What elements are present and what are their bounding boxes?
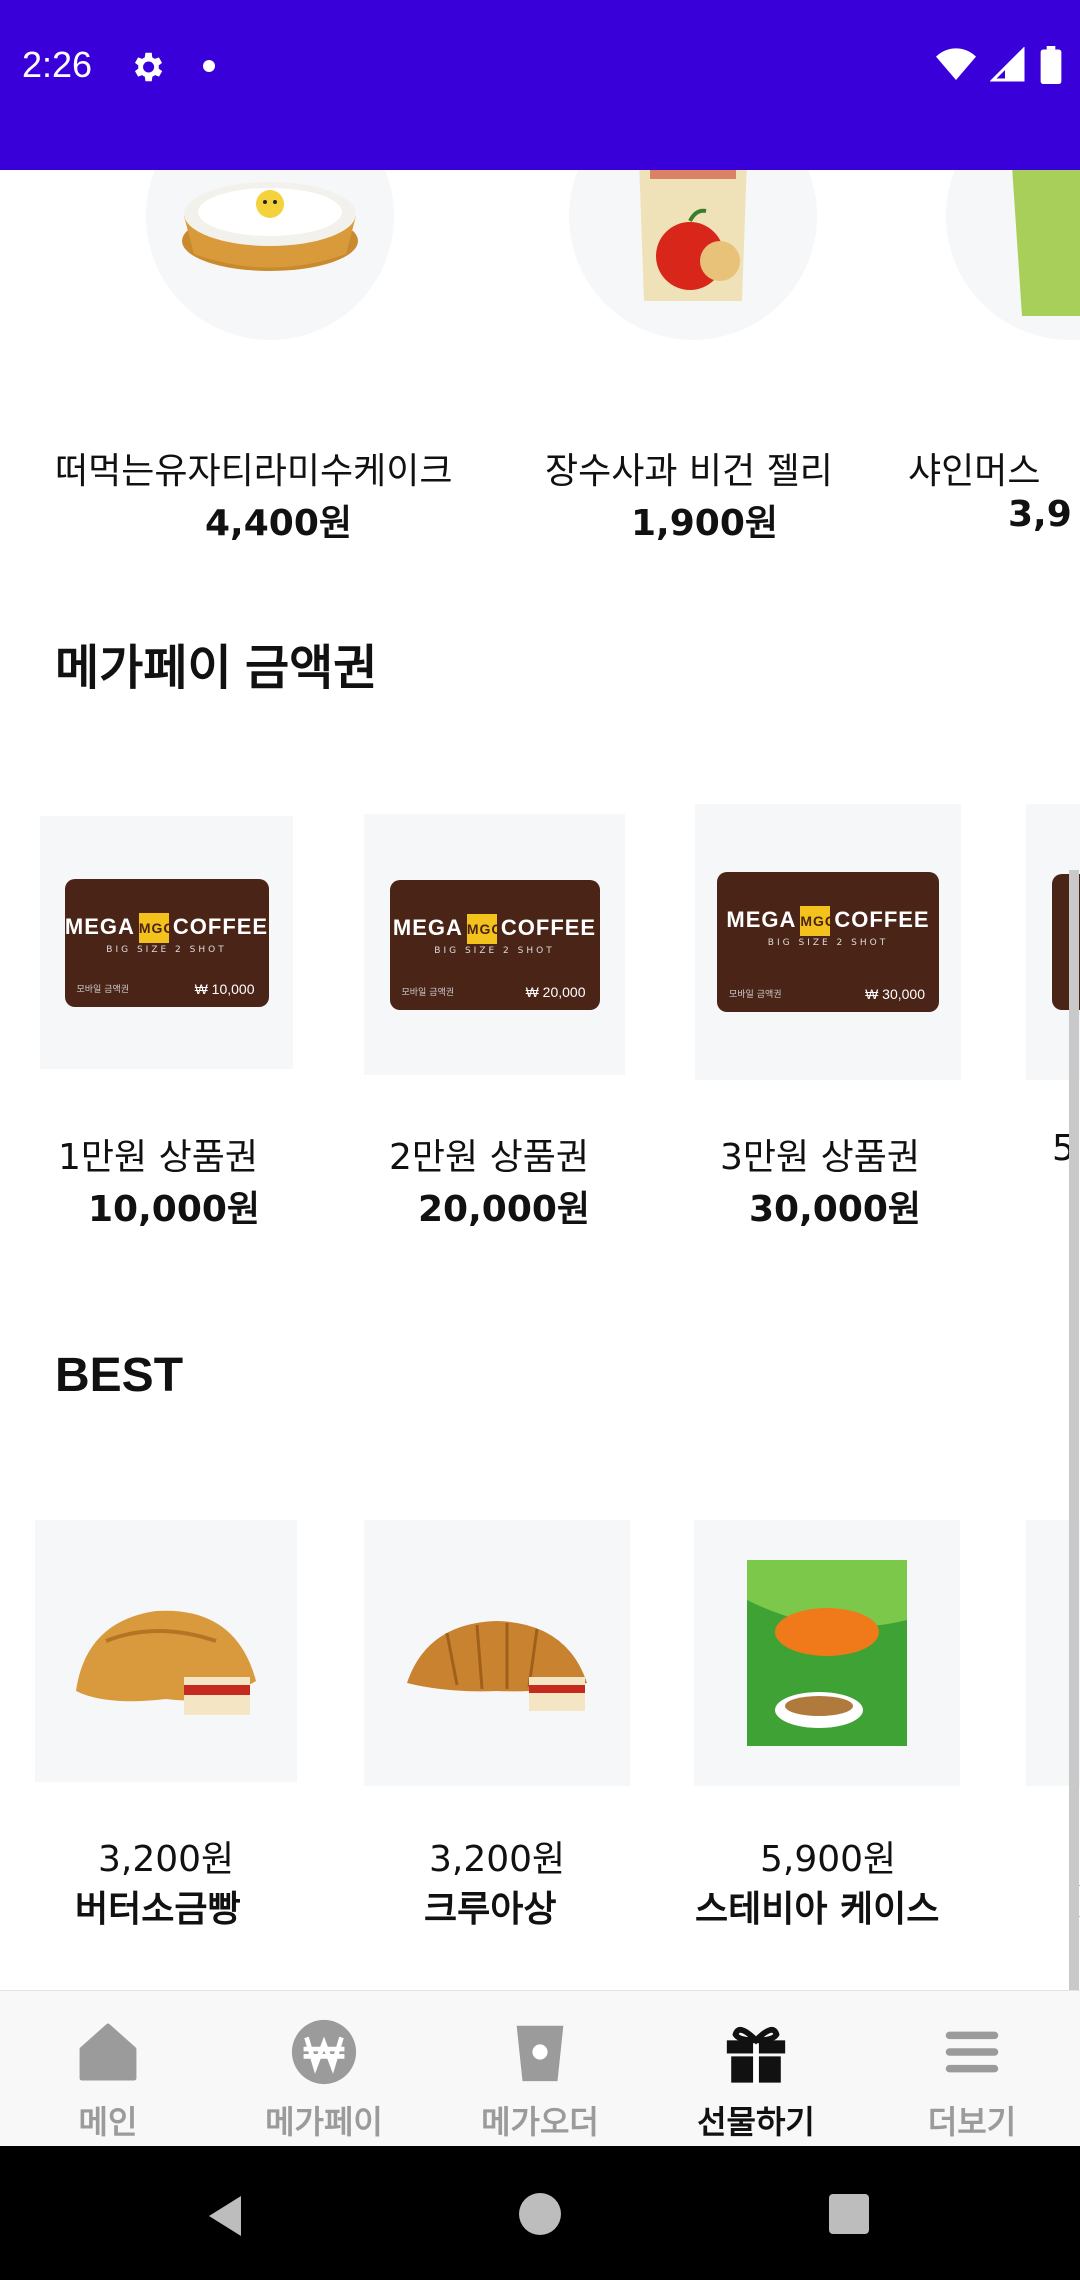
gift-card-amount: ₩ 30,000 xyxy=(865,986,925,1002)
status-bar: 2:26 xyxy=(0,0,1080,170)
notification-dot-icon xyxy=(203,60,215,72)
status-icons xyxy=(936,46,1062,84)
gift-card-label: 모바일 금액권 xyxy=(729,990,782,1000)
settings-icon xyxy=(134,52,163,82)
wifi-icon xyxy=(936,48,976,80)
tiramisu-cup-icon xyxy=(182,182,358,271)
cup-icon xyxy=(516,2025,564,2082)
product-image-shine-muscat[interactable] xyxy=(946,170,1080,340)
stevia-box-icon xyxy=(747,1560,907,1746)
product-name[interactable]: 장수사과 비건 젤리 xyxy=(545,442,833,494)
gift-card-logo: MEGA MGCCOFFEE xyxy=(390,913,600,944)
best-item-name[interactable]: 버터소금빵 xyxy=(75,1880,241,1932)
best-item-name[interactable]: 스테비아 케이스 xyxy=(695,1880,939,1932)
product-name[interactable]: 샤인머스 xyxy=(908,442,1040,494)
gift-card-logo: MEGA MGCCOFFEE xyxy=(65,912,269,943)
best-item-price: 3,200원 xyxy=(429,1839,566,1880)
nav-item-main[interactable]: 메인 xyxy=(0,1991,216,2147)
status-time: 2:26 xyxy=(22,44,93,85)
nav-label: 메인 xyxy=(78,2103,138,2141)
best-item-name[interactable]: 크루아상 xyxy=(424,1880,556,1932)
battery-icon xyxy=(1040,46,1062,84)
product-image-yuzu-tiramisu[interactable] xyxy=(146,170,394,340)
gift-card-label: 모바일 금액권 xyxy=(401,987,455,998)
gift-card-name[interactable]: 1만원 상품권 xyxy=(58,1128,258,1180)
nav-label: 메가페이 xyxy=(265,2103,383,2141)
won-coin-icon xyxy=(291,2019,357,2085)
back-icon[interactable] xyxy=(205,2194,245,2238)
home-icon xyxy=(79,2023,137,2081)
main-content: 떠먹는유자티라미수케이크 4,400원 장수사과 비건 젤리 1,900원 샤인… xyxy=(0,170,1080,1990)
gift-card-image: MEGA MGCCOFFEE BIG SIZE 2 SHOT 모바일 금액권 ₩ … xyxy=(717,872,939,1012)
product-price: 3,9 xyxy=(1008,494,1072,535)
best-item-price: 5,900원 xyxy=(760,1839,897,1880)
gift-card-10000[interactable]: MEGA MGCCOFFEE BIG SIZE 2 SHOT 모바일 금액권 ₩ … xyxy=(40,816,293,1069)
product-name[interactable]: 떠먹는유자티라미수케이크 xyxy=(55,442,452,494)
gift-card-logo: MEGA MGCCOFFEE xyxy=(717,906,939,936)
product-price: 1,900원 xyxy=(631,503,778,544)
menu-icon xyxy=(945,2031,999,2073)
gift-card-price: 30,000원 xyxy=(749,1189,922,1230)
section-title-best: BEST xyxy=(55,1349,184,1402)
gift-card-sub: BIG SIZE 2 SHOT xyxy=(767,938,889,948)
nav-item-megaorder[interactable]: 메가오더 xyxy=(432,1991,648,2147)
salt-bread-icon xyxy=(76,1610,256,1715)
best-item-croissant[interactable] xyxy=(364,1520,630,1786)
gift-card-sub: BIG SIZE 2 SHOT xyxy=(106,944,227,955)
recents-icon[interactable] xyxy=(829,2194,869,2234)
bottom-nav: 메인 메가페이 메가오더 선물하기 더보기 xyxy=(0,1990,1080,2147)
nav-item-more[interactable]: 더보기 xyxy=(864,1991,1080,2147)
green-drink-icon xyxy=(1012,170,1080,316)
gift-card-name[interactable]: 3만원 상품권 xyxy=(720,1128,920,1180)
best-item-price: 3,200원 xyxy=(98,1839,235,1880)
section-title-megapay: 메가페이 금액권 xyxy=(55,642,378,695)
gift-card-sub: BIG SIZE 2 SHOT xyxy=(434,945,555,956)
gift-card-20000[interactable]: MEGA MGCCOFFEE BIG SIZE 2 SHOT 모바일 금액권 ₩ … xyxy=(364,814,625,1075)
best-item-butter-salt-bread[interactable] xyxy=(35,1520,297,1782)
scrollbar[interactable] xyxy=(1069,870,1079,1990)
jelly-pouch-icon xyxy=(639,170,747,301)
cell-signal-icon xyxy=(990,47,1025,82)
gift-card-image: MEGA MGCCOFFEE BIG SIZE 2 SHOT 모바일 금액권 ₩ … xyxy=(389,879,600,1010)
home-button-icon[interactable] xyxy=(519,2193,561,2235)
gift-card-30000[interactable]: MEGA MGCCOFFEE BIG SIZE 2 SHOT 모바일 금액권 ₩ … xyxy=(695,804,961,1080)
croissant-icon xyxy=(407,1621,587,1711)
gift-card-name[interactable]: 2만원 상품권 xyxy=(389,1128,589,1180)
product-image-apple-jelly[interactable] xyxy=(569,170,817,340)
nav-label: 선물하기 xyxy=(697,2103,815,2141)
nav-item-megapay[interactable]: 메가페이 xyxy=(216,1991,432,2147)
gift-card-price: 10,000원 xyxy=(88,1189,261,1230)
gift-card-label: 모바일 금액권 xyxy=(76,984,130,995)
nav-label: 더보기 xyxy=(927,2103,1017,2141)
nav-item-gift[interactable]: 선물하기 xyxy=(648,1991,864,2147)
gift-card-amount: ₩ 20,000 xyxy=(525,983,586,1000)
product-price: 4,400원 xyxy=(205,503,352,544)
best-item-stevia-case[interactable] xyxy=(694,1520,960,1786)
nav-label: 메가오더 xyxy=(481,2103,599,2141)
gift-icon xyxy=(726,2026,786,2085)
gift-card-image: MEGA MGCCOFFEE BIG SIZE 2 SHOT 모바일 금액권 ₩ … xyxy=(64,878,269,1007)
gift-card-price: 20,000원 xyxy=(418,1189,591,1230)
gift-card-amount: ₩ 10,000 xyxy=(194,980,255,997)
